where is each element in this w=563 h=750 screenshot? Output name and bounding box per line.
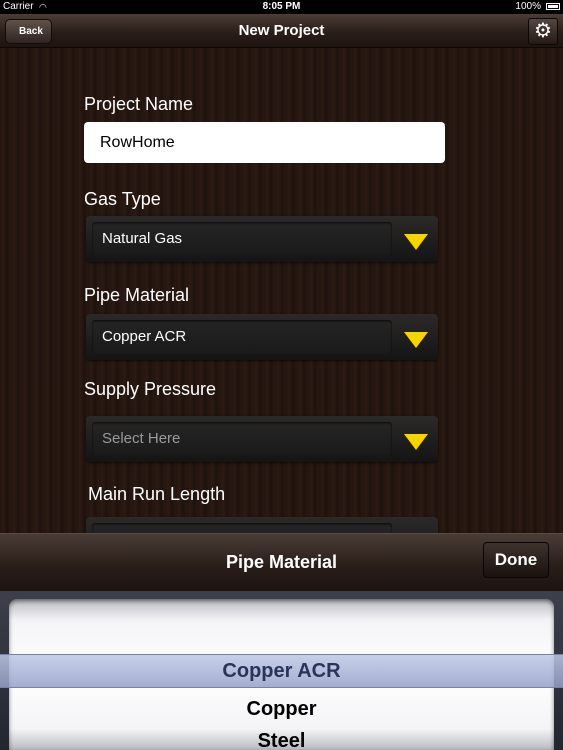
page-title: New Project [238,22,325,39]
pipe-material-label: Pipe Material [84,285,190,305]
done-button[interactable]: Done [483,542,549,578]
pipe-material-dropdown[interactable]: Copper ACR [86,314,438,360]
gas-type-dropdown[interactable]: Natural Gas [86,216,438,262]
chevron-down-icon [404,434,428,450]
supply-pressure-placeholder: Select Here [92,422,392,456]
chevron-down-icon [404,234,428,250]
battery-icon [546,3,560,10]
pipe-material-value: Copper ACR [92,320,392,354]
chevron-down-icon [404,332,428,348]
supply-pressure-dropdown[interactable]: Select Here [86,416,438,462]
project-name-input[interactable]: RowHome [84,122,445,163]
project-name-label: Project Name [84,94,194,114]
gas-type-label: Gas Type [84,189,161,209]
navigation-bar: Back New Project ⚙ [0,14,563,48]
supply-pressure-label: Supply Pressure [84,379,217,399]
gas-type-value: Natural Gas [92,222,392,256]
project-form: Project Name RowHome Gas Type Natural Ga… [0,48,563,563]
settings-button[interactable]: ⚙ [528,18,558,45]
picker-option-copper[interactable]: Copper [9,698,554,721]
picker-option-steel[interactable]: Steel [9,730,554,750]
picker-toolbar: Pipe Material Done [0,533,563,592]
status-bar: Carrier ◠ 8:05 PM 100% [0,0,563,14]
picker-option-copper-acr-selected[interactable]: Copper ACR [0,654,563,688]
picker-title: Pipe Material [225,552,338,572]
gear-icon: ⚙ [534,20,552,42]
clock: 8:05 PM [262,1,301,12]
battery-percent: 100% [515,1,541,12]
main-run-length-label: Main Run Length [88,484,226,504]
